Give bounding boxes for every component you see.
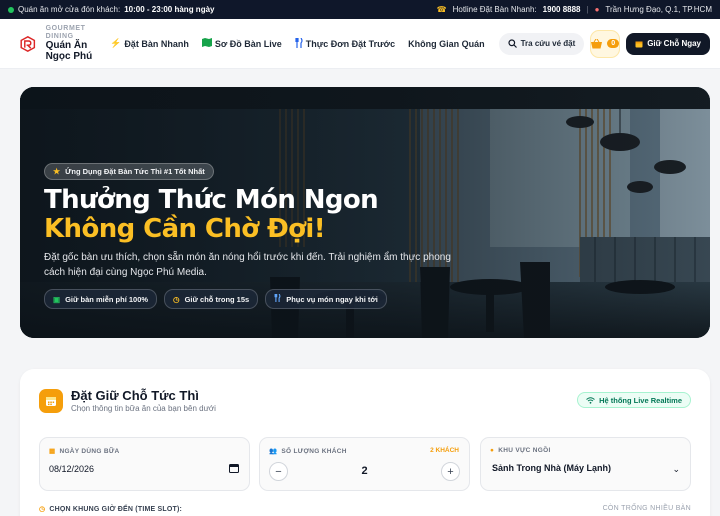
- users-icon: 👥: [269, 448, 278, 455]
- date-label-text: NGÀY DÙNG BỮA: [59, 447, 120, 455]
- guests-field-label: 👥 SỐ LƯỢNG KHÁCH: [269, 447, 347, 456]
- reserve-label: Giữ Chỗ Ngay: [647, 39, 701, 48]
- calendar-icon: [635, 41, 643, 47]
- chip-label: Giữ bàn miễn phí 100%: [65, 294, 149, 304]
- nav-label: Sơ Đồ Bàn Live: [214, 38, 282, 49]
- area-label-text: KHU VỰC NGỒI: [498, 447, 551, 454]
- cart-count-badge: 0: [607, 39, 620, 48]
- live-status-text: Hệ thống Live Realtime: [599, 395, 682, 405]
- chip-label: Giữ chỗ trong 15s: [184, 294, 250, 304]
- hours-prefix: Quán ăn mở cửa đón khách:: [18, 5, 121, 14]
- phone-icon: ☎: [436, 5, 447, 14]
- main-header: GOURMET DINING Quán Ăn Ngọc Phú ⚡ Đặt Bà…: [0, 19, 720, 69]
- slot-availability-status: CÒN TRỐNG NHIỀU BÀN: [602, 505, 691, 512]
- cart-button[interactable]: 0: [590, 29, 621, 58]
- open-status-dot: [8, 6, 14, 13]
- fork-knife-icon: [274, 294, 281, 304]
- chip-free-hold: ▣ Giữ bàn miễn phí 100%: [44, 289, 158, 310]
- hero-tag: ★ Ứng Dụng Đặt Bàn Tức Thì #1 Tốt Nhất: [44, 163, 214, 180]
- fork-knife-icon: [295, 37, 303, 50]
- nav-label: Thực Đơn Đặt Trước: [305, 38, 396, 49]
- nav-label: Đặt Bàn Nhanh: [124, 38, 189, 49]
- calendar-icon: [39, 388, 63, 413]
- area-selected-value: Sảnh Trong Nhà (Máy Lạnh): [492, 463, 612, 473]
- map-icon: [201, 38, 212, 49]
- hero-subtitle: Đặt gốc bàn ưu thích, chọn sẵn món ăn nó…: [44, 252, 451, 278]
- booking-card-header: Đặt Giữ Chỗ Tức Thì Chọn thông tin bữa ă…: [39, 388, 216, 413]
- guests-label-text: SỐ LƯỢNG KHÁCH: [281, 447, 347, 455]
- increase-guests-button[interactable]: +: [441, 462, 460, 481]
- lookup-booking-button[interactable]: Tra cứu vé đặt: [498, 32, 585, 55]
- hero-content: ★ Ứng Dụng Đặt Bàn Tức Thì #1 Tốt Nhất T…: [44, 161, 454, 310]
- wifi-icon: [586, 396, 595, 404]
- date-input[interactable]: 08/12/2026: [49, 464, 94, 474]
- hotline-number[interactable]: 1900 8888: [543, 5, 581, 14]
- brand-logo-icon[interactable]: [20, 31, 36, 57]
- separator: |: [586, 5, 589, 14]
- basket-icon: [591, 38, 603, 48]
- reserve-now-button[interactable]: Giữ Chỗ Ngay: [626, 32, 710, 55]
- lookup-label: Tra cứu vé đặt: [520, 39, 576, 48]
- nav-restaurant-space[interactable]: Không Gian Quán: [408, 39, 485, 49]
- location-pin-icon: ●: [594, 5, 600, 14]
- booking-card: Đặt Giữ Chỗ Tức Thì Chọn thông tin bữa ă…: [20, 369, 710, 516]
- chevron-down-icon: ⌄: [672, 464, 680, 474]
- chip-fast-hold: ◷ Giữ chỗ trong 15s: [164, 289, 259, 310]
- contact-info: ☎ Hotline Đặt Bàn Nhanh: 1900 8888 | ● T…: [437, 5, 712, 14]
- nav-live-table-map[interactable]: Sơ Đồ Bàn Live: [201, 38, 282, 49]
- booking-title: Đặt Giữ Chỗ Tức Thì: [71, 388, 199, 403]
- time-slot-label: ◷ CHỌN KHUNG GIỜ ĐẾN (TIME SLOT):: [39, 505, 183, 514]
- calendar-picker-icon[interactable]: [229, 463, 239, 473]
- hours-value: 10:00 - 23:00 hàng ngày: [124, 5, 215, 14]
- date-field-label: ▦ NGÀY DÙNG BỮA: [49, 447, 120, 456]
- booking-subtitle: Chọn thông tin bữa ăn của bạn bên dưới: [71, 404, 216, 413]
- brand-tagline: GOURMET DINING: [45, 24, 86, 40]
- hero-banner: ★ Ứng Dụng Đặt Bàn Tức Thì #1 Tốt Nhất T…: [20, 87, 710, 338]
- calendar-small-icon: ▦: [49, 448, 56, 455]
- live-status-badge: Hệ thống Live Realtime: [577, 392, 691, 408]
- address: Trần Hưng Đạo, Q.1, TP.HCM: [605, 5, 712, 14]
- area-field-label: ● KHU VỰC NGỒI: [490, 447, 551, 454]
- brand-title: Quán Ăn Ngọc Phú: [45, 40, 93, 63]
- hero-feature-chips: ▣ Giữ bàn miễn phí 100% ◷ Giữ chỗ trong …: [44, 289, 454, 310]
- nav-pre-order-menu[interactable]: Thực Đơn Đặt Trước: [295, 37, 396, 50]
- search-icon: [507, 39, 517, 48]
- nav-quick-booking[interactable]: ⚡ Đặt Bàn Nhanh: [110, 38, 189, 49]
- date-field[interactable]: ▦ NGÀY DÙNG BỮA 08/12/2026: [39, 437, 250, 491]
- hero-title-line1: Thưởng Thức Món Ngon: [44, 185, 379, 215]
- opening-hours: Quán ăn mở cửa đón khách: 10:00 - 23:00 …: [8, 5, 214, 14]
- seating-area-select[interactable]: ● KHU VỰC NGỒI Sảnh Trong Nhà (Máy Lạnh)…: [480, 437, 691, 491]
- hero-tag-text: Ứng Dụng Đặt Bàn Tức Thì #1 Tốt Nhất: [65, 167, 205, 176]
- check-square-icon: ▣: [53, 294, 61, 304]
- brand-name[interactable]: GOURMET DINING Quán Ăn Ngọc Phú: [46, 25, 101, 62]
- nav-label: Không Gian Quán: [408, 38, 485, 49]
- clock-icon: ◷: [39, 506, 46, 513]
- star-icon: ★: [53, 167, 61, 176]
- guests-field: 👥 SỐ LƯỢNG KHÁCH 2 KHÁCH − 2 +: [259, 437, 470, 491]
- time-slot-label-text: CHỌN KHUNG GIỜ ĐẾN (TIME SLOT):: [49, 505, 183, 513]
- chip-instant-serve: Phục vụ món ngay khi tới: [265, 289, 387, 310]
- clock-icon: ◷: [173, 294, 180, 304]
- hero-title-line2: Không Cần Chờ Đợi!: [44, 213, 326, 244]
- main-nav: ⚡ Đặt Bàn Nhanh Sơ Đồ Bàn Live Thực Đơn …: [110, 37, 485, 50]
- hotline-prefix: Hotline Đặt Bàn Nhanh:: [452, 5, 537, 14]
- bolt-icon: ⚡: [110, 38, 122, 48]
- top-info-bar: Quán ăn mở cửa đón khách: 10:00 - 23:00 …: [0, 0, 720, 19]
- location-pin-icon: ●: [490, 447, 495, 454]
- guests-quantity: 2: [361, 465, 368, 477]
- chip-label: Phục vụ món ngay khi tới: [286, 294, 378, 304]
- guests-summary: 2 KHÁCH: [430, 447, 459, 454]
